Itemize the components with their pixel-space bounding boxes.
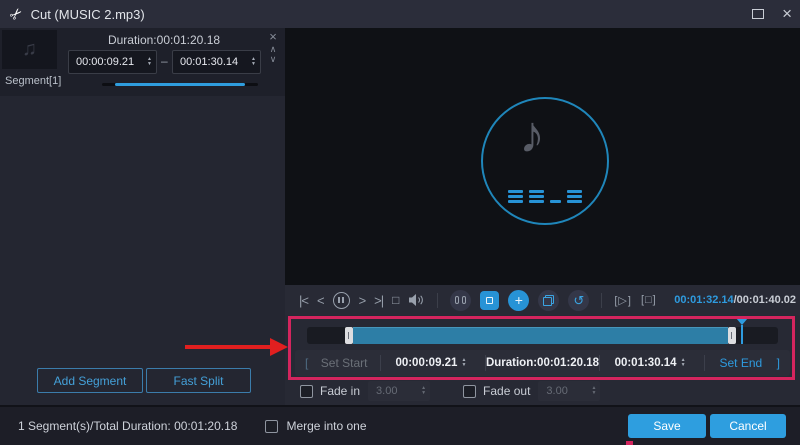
annotation-stray-mark (626, 441, 633, 445)
playhead-line[interactable] (741, 325, 743, 344)
move-segment-up-icon[interactable]: ∧ (270, 44, 277, 54)
skip-to-end-button[interactable]: >| (374, 293, 384, 308)
add-segment-circle-button[interactable]: + (508, 289, 530, 311)
music-note-icon: ♪ (519, 106, 545, 164)
trim-start-time-input[interactable]: 00:00:09.21 ▲ ▼ (381, 357, 485, 369)
spinner-down-icon[interactable]: ▼ (681, 363, 686, 368)
reset-button[interactable]: ↺ (568, 289, 590, 311)
split-segment-button[interactable] (450, 289, 472, 311)
fade-out-duration-value: 3.00 (546, 385, 568, 397)
fade-in-duration-value: 3.00 (376, 385, 398, 397)
volume-icon[interactable] (408, 293, 425, 307)
add-segment-button[interactable]: Add Segment (37, 368, 143, 393)
segment-range-bar (102, 83, 258, 86)
trim-duration-label: Duration:00:01:20.18 (485, 357, 600, 369)
spinner-down-icon[interactable]: ▼ (147, 62, 152, 67)
window-title: Cut (MUSIC 2.mp3) (30, 6, 145, 22)
segment-end-time-value: 00:01:30.14 (180, 56, 239, 68)
trim-end-handle[interactable] (728, 327, 736, 344)
end-bracket-label: ] (776, 356, 780, 370)
cancel-button[interactable]: Cancel (710, 414, 786, 438)
copy-icon (543, 294, 555, 306)
merge-into-one-checkbox[interactable] (265, 419, 279, 433)
titlebar: ✂ Cut (MUSIC 2.mp3) × (0, 0, 800, 28)
fade-in-duration-input[interactable]: 3.00 ▲ ▼ (368, 381, 431, 401)
annotation-arrow-head (270, 338, 288, 356)
segment-summary-label: 1 Segment(s)/Total Duration: 00:01:20.18 (18, 419, 238, 433)
annotation-arrow (185, 345, 273, 349)
merge-into-one-label: Merge into one (286, 419, 367, 433)
move-segment-down-icon[interactable]: ∨ (270, 54, 277, 64)
scissors-icon: ✂ (6, 3, 28, 25)
segment-start-time-value: 00:00:09.21 (76, 56, 135, 68)
fade-in-checkbox[interactable] (300, 384, 313, 398)
fast-split-button[interactable]: Fast Split (146, 368, 251, 393)
timeline-selection[interactable] (353, 327, 728, 344)
maximize-button[interactable] (748, 4, 768, 24)
current-time: 00:01:32.14 (674, 294, 734, 306)
fade-out-label: Fade out (483, 384, 531, 398)
trim-end-spinner[interactable]: ▲ ▼ (677, 358, 690, 368)
spinner-down-icon[interactable]: ▼ (461, 363, 466, 368)
equalizer-bars (483, 190, 607, 203)
segment-end-time-input[interactable]: 00:01:30.14 ▲ ▼ (172, 50, 261, 74)
music-note-thumb-icon: ♫ (22, 38, 37, 60)
time-range-dash: – (161, 54, 168, 68)
set-end-button[interactable]: Set End (705, 356, 777, 370)
trim-controls-row: [ Set Start 00:00:09.21 ▲ ▼ Duration:00:… (295, 350, 790, 376)
fade-out-checkbox[interactable] (463, 384, 477, 398)
trim-end-time-input[interactable]: 00:01:30.14 ▲ ▼ (600, 357, 704, 369)
fade-in-label: Fade in (320, 384, 361, 398)
play-segment-button[interactable]: [▷] (614, 294, 632, 307)
divider (437, 292, 439, 308)
skip-to-start-button[interactable]: |< (299, 293, 309, 308)
spinner-down-icon[interactable]: ▼ (591, 391, 596, 396)
fade-in-spinner[interactable]: ▲ ▼ (417, 386, 430, 396)
preview-viewport: ♪ (285, 28, 800, 285)
transport-bar: |< < > >| □ + ↺ [▷] [□] 00:01:32.14/00:0… (285, 285, 800, 315)
set-start-button[interactable]: Set Start (308, 356, 380, 370)
pause-button[interactable] (332, 291, 350, 309)
save-button[interactable]: Save (628, 414, 706, 438)
segment-card-controls: × ∧ ∨ (265, 30, 281, 65)
segment-duration-label: Duration:00:01:20.18 (107, 33, 221, 47)
segment-range-fill (115, 83, 245, 86)
stop-button[interactable]: □ (392, 293, 399, 307)
trim-start-spinner[interactable]: ▲ ▼ (457, 358, 470, 368)
segment-name-label: Segment[1] (5, 75, 62, 87)
copy-segment-button[interactable] (538, 289, 560, 311)
audio-placeholder-circle: ♪ (481, 97, 609, 225)
fade-out-spinner[interactable]: ▲ ▼ (587, 386, 600, 396)
playhead-marker[interactable] (736, 318, 748, 325)
segment-end-spinner[interactable]: ▲ ▼ (247, 57, 260, 67)
delete-segment-icon[interactable]: × (269, 30, 277, 44)
trim-start-time-value: 00:00:09.21 (395, 357, 458, 369)
trim-end-time-value: 00:01:30.14 (614, 357, 677, 369)
segment-start-spinner[interactable]: ▲ ▼ (143, 57, 156, 67)
step-back-button[interactable]: < (317, 293, 325, 308)
spinner-down-icon[interactable]: ▼ (251, 62, 256, 67)
fade-options-row: Fade in 3.00 ▲ ▼ Fade out 3.00 ▲ ▼ (285, 380, 800, 402)
cut-dialog-window: ✂ Cut (MUSIC 2.mp3) × ♫ Duration:00:01:2… (0, 0, 800, 445)
segment-start-time-input[interactable]: 00:00:09.21 ▲ ▼ (68, 50, 157, 74)
segment-frame-icon (486, 296, 494, 304)
stop-segment-button[interactable]: [□] (641, 294, 657, 306)
maximize-icon (752, 9, 765, 19)
segment-thumbnail: ♫ (2, 30, 57, 69)
spinner-down-icon[interactable]: ▼ (421, 391, 426, 396)
total-time: /00:01:40.02 (733, 294, 796, 306)
window-controls: × (748, 0, 792, 28)
footer-bar: 1 Segment(s)/Total Duration: 00:01:20.18… (0, 405, 800, 445)
player-panel: ♪ |< < > >| □ + ↺ [▷] [□] 00:01:32.14/00… (285, 28, 800, 405)
reset-icon: ↺ (573, 292, 585, 308)
step-forward-button[interactable]: > (359, 293, 367, 308)
close-button[interactable]: × (782, 4, 792, 24)
timeline-track[interactable] (307, 318, 778, 344)
playback-time: 00:01:32.14/00:01:40.02 (674, 294, 800, 306)
current-segment-button[interactable] (480, 290, 500, 310)
trim-start-handle[interactable] (345, 327, 353, 344)
divider (601, 292, 603, 308)
segment-card[interactable]: ♫ Duration:00:01:20.18 00:00:09.21 ▲ ▼ –… (0, 28, 285, 96)
fade-out-duration-input[interactable]: 3.00 ▲ ▼ (538, 381, 601, 401)
